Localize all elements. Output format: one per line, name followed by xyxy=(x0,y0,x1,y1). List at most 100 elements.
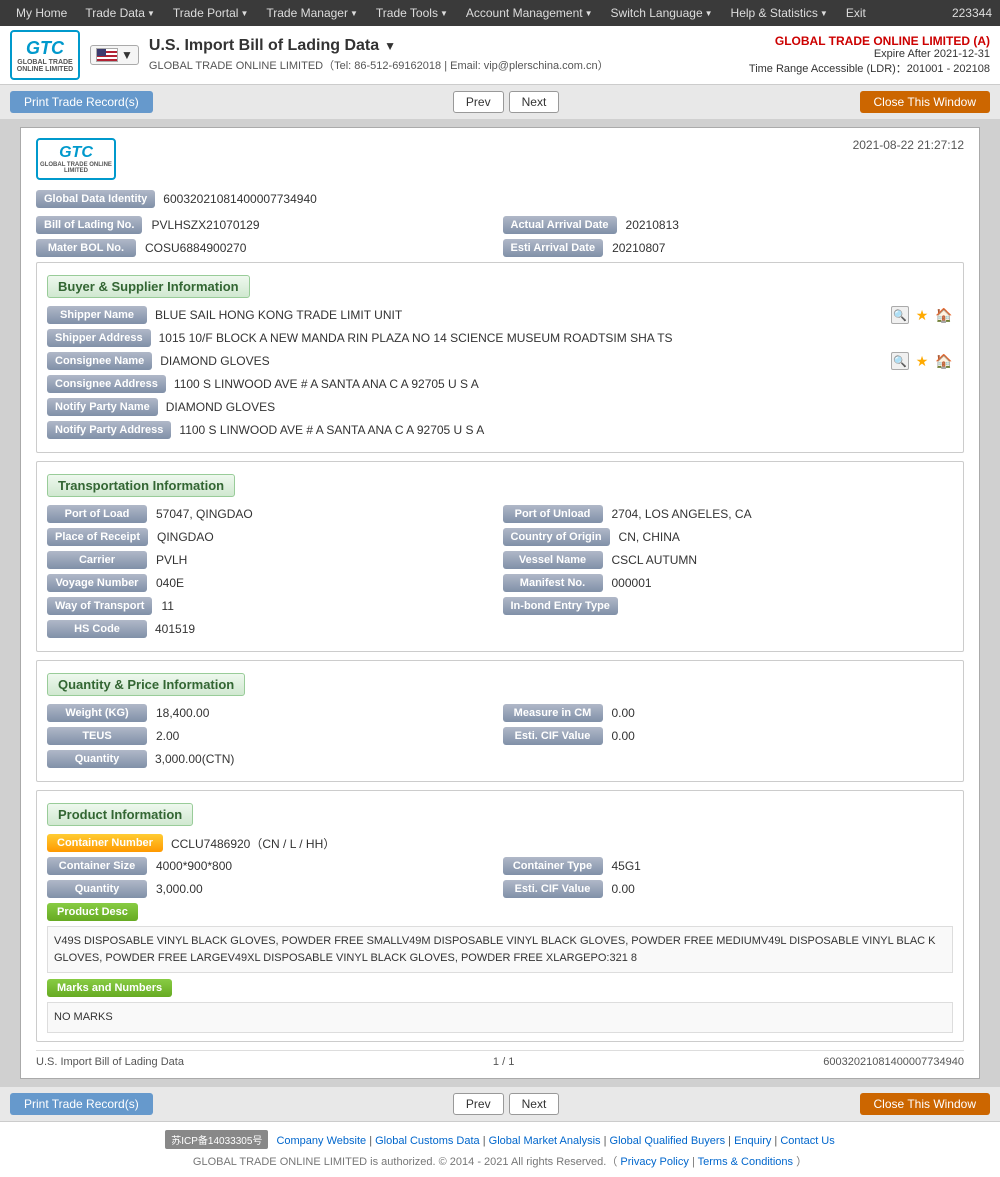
nav-my-home[interactable]: My Home xyxy=(8,4,75,22)
product-header: Product Information xyxy=(47,803,193,826)
nav-trade-data[interactable]: Trade Data ▼ xyxy=(77,4,163,22)
next-button-top[interactable]: Next xyxy=(509,91,560,113)
record-datetime: 2021-08-22 21:27:12 xyxy=(853,138,964,152)
consignee-search-icon[interactable]: 🔍 xyxy=(891,352,909,370)
nav-trade-manager[interactable]: Trade Manager ▼ xyxy=(258,4,366,22)
print-button-top[interactable]: Print Trade Record(s) xyxy=(10,91,153,113)
receipt-origin-row: Place of Receipt QINGDAO Country of Orig… xyxy=(47,528,953,546)
nav-account-management[interactable]: Account Management ▼ xyxy=(458,4,601,22)
country-of-origin-cell: Country of Origin CN, CHINA xyxy=(503,528,954,546)
transportation-header: Transportation Information xyxy=(47,474,235,497)
footer-link-company[interactable]: Company Website xyxy=(276,1135,366,1147)
container-type-value: 45G1 xyxy=(608,859,641,873)
esti-arrival-cell: Esti Arrival Date 20210807 xyxy=(503,239,965,257)
marks-numbers-button[interactable]: Marks and Numbers xyxy=(47,979,172,997)
container-size-type-row: Container Size 4000*900*800 Container Ty… xyxy=(47,857,953,875)
next-button-bottom[interactable]: Next xyxy=(509,1093,560,1115)
prev-button-bottom[interactable]: Prev xyxy=(453,1093,504,1115)
esti-cif-label: Esti. CIF Value xyxy=(503,727,603,745)
print-button-bottom[interactable]: Print Trade Record(s) xyxy=(10,1093,153,1115)
logo-subtext: GLOBAL TRADEONLINE LIMITED xyxy=(17,59,73,73)
record-logo: GTC GLOBAL TRADE ONLINE LIMITED xyxy=(36,138,116,180)
place-of-receipt-value: QINGDAO xyxy=(153,530,214,544)
container-size-value: 4000*900*800 xyxy=(152,859,232,873)
manifest-no-value: 000001 xyxy=(608,576,652,590)
quantity-price-section: Quantity & Price Information Weight (KG)… xyxy=(36,660,964,782)
shipper-search-icon[interactable]: 🔍 xyxy=(891,306,909,324)
header-right: GLOBAL TRADE ONLINE LIMITED (A) Expire A… xyxy=(749,34,990,76)
close-button-top[interactable]: Close This Window xyxy=(860,91,990,113)
close-button-bottom[interactable]: Close This Window xyxy=(860,1093,990,1115)
notify-party-name-row: Notify Party Name DIAMOND GLOVES xyxy=(47,398,953,416)
nav-help-statistics[interactable]: Help & Statistics ▼ xyxy=(723,4,836,22)
quantity-price-header: Quantity & Price Information xyxy=(47,673,245,696)
port-of-unload-label: Port of Unload xyxy=(503,505,603,523)
footer-link-buyers[interactable]: Global Qualified Buyers xyxy=(610,1135,726,1147)
consignee-star-icon[interactable]: ★ xyxy=(913,352,931,370)
nav-trade-portal[interactable]: Trade Portal ▼ xyxy=(165,4,257,22)
logo-text: GTC xyxy=(26,38,64,59)
consignee-home-icon[interactable]: 🏠 xyxy=(935,352,953,370)
carrier-value: PVLH xyxy=(152,553,187,567)
port-of-unload-cell: Port of Unload 2704, LOS ANGELES, CA xyxy=(503,505,954,523)
title-arrow-icon: ▼ xyxy=(384,39,396,53)
footer-link-enquiry[interactable]: Enquiry xyxy=(734,1135,771,1147)
top-toolbar-left: Print Trade Record(s) xyxy=(10,91,153,113)
port-row: Port of Load 57047, QINGDAO Port of Unlo… xyxy=(47,505,953,523)
top-toolbar-right: Close This Window xyxy=(860,91,990,113)
notify-party-address-row: Notify Party Address 1100 S LINWOOD AVE … xyxy=(47,421,953,439)
country-of-origin-value: CN, CHINA xyxy=(615,530,680,544)
global-data-identity-label: Global Data Identity xyxy=(36,190,155,208)
consignee-name-value: DIAMOND GLOVES xyxy=(152,354,891,368)
privacy-policy-link[interactable]: Privacy Policy xyxy=(620,1156,688,1168)
teus-cell: TEUS 2.00 xyxy=(47,727,498,745)
footer-link-contact[interactable]: Contact Us xyxy=(780,1135,834,1147)
product-section: Product Information Container Number CCL… xyxy=(36,790,964,1042)
main-content: GTC GLOBAL TRADE ONLINE LIMITED 2021-08-… xyxy=(0,119,1000,1087)
nav-trade-tools[interactable]: Trade Tools ▼ xyxy=(368,4,456,22)
weight-kg-value: 18,400.00 xyxy=(152,706,209,720)
container-size-cell: Container Size 4000*900*800 xyxy=(47,857,498,875)
flag-selector[interactable]: ▼ xyxy=(90,45,139,65)
mater-bol-esti-row: Mater BOL No. COSU6884900270 Esti Arriva… xyxy=(36,239,964,257)
weight-kg-label: Weight (KG) xyxy=(47,704,147,722)
place-of-receipt-label: Place of Receipt xyxy=(47,528,148,546)
header: GTC GLOBAL TRADEONLINE LIMITED ▼ U.S. Im… xyxy=(0,26,1000,85)
carrier-label: Carrier xyxy=(47,551,147,569)
port-of-load-cell: Port of Load 57047, QINGDAO xyxy=(47,505,498,523)
company-name: GLOBAL TRADE ONLINE LIMITED (A) xyxy=(749,34,990,48)
container-number-row: Container Number CCLU7486920（CN / L / HH… xyxy=(47,834,953,852)
nav-exit[interactable]: Exit xyxy=(838,4,874,22)
flag-arrow: ▼ xyxy=(121,48,133,62)
vessel-name-value: CSCL AUTUMN xyxy=(608,553,698,567)
place-of-receipt-cell: Place of Receipt QINGDAO xyxy=(47,528,498,546)
port-of-unload-value: 2704, LOS ANGELES, CA xyxy=(608,507,752,521)
consignee-address-label: Consignee Address xyxy=(47,375,166,393)
shipper-name-label: Shipper Name xyxy=(47,306,147,324)
marks-row: Marks and Numbers xyxy=(47,979,953,997)
consignee-address-value: 1100 S LINWOOD AVE # A SANTA ANA C A 927… xyxy=(166,377,953,391)
terms-conditions-link[interactable]: Terms & Conditions xyxy=(698,1156,793,1168)
container-number-button[interactable]: Container Number xyxy=(47,834,163,852)
us-flag-icon xyxy=(96,48,118,62)
consignee-address-row: Consignee Address 1100 S LINWOOD AVE # A… xyxy=(47,375,953,393)
quantity-label: Quantity xyxy=(47,750,147,768)
footer-link-market[interactable]: Global Market Analysis xyxy=(489,1135,601,1147)
shipper-home-icon[interactable]: 🏠 xyxy=(935,306,953,324)
prev-button-top[interactable]: Prev xyxy=(453,91,504,113)
esti-cif-value: 0.00 xyxy=(608,729,635,743)
vessel-name-cell: Vessel Name CSCL AUTUMN xyxy=(503,551,954,569)
top-action-bar: Print Trade Record(s) Prev Next Close Th… xyxy=(0,85,1000,119)
container-number-value: CCLU7486920（CN / L / HH） xyxy=(163,835,335,852)
footer-link-customs[interactable]: Global Customs Data xyxy=(375,1135,480,1147)
nav-switch-language[interactable]: Switch Language ▼ xyxy=(603,4,721,22)
shipper-action-icons: 🔍 ★ 🏠 xyxy=(891,306,953,324)
shipper-address-row: Shipper Address 1015 10/F BLOCK A NEW MA… xyxy=(47,329,953,347)
inbond-entry-cell: In-bond Entry Type xyxy=(503,597,954,615)
product-esti-cif-cell: Esti. CIF Value 0.00 xyxy=(503,880,954,898)
bill-of-lading-value: PVLHSZX21070129 xyxy=(147,218,259,232)
quantity-value: 3,000.00(CTN) xyxy=(147,752,234,766)
product-desc-button[interactable]: Product Desc xyxy=(47,903,138,921)
shipper-star-icon[interactable]: ★ xyxy=(913,306,931,324)
bottom-toolbar-center: Prev Next xyxy=(453,1093,559,1115)
